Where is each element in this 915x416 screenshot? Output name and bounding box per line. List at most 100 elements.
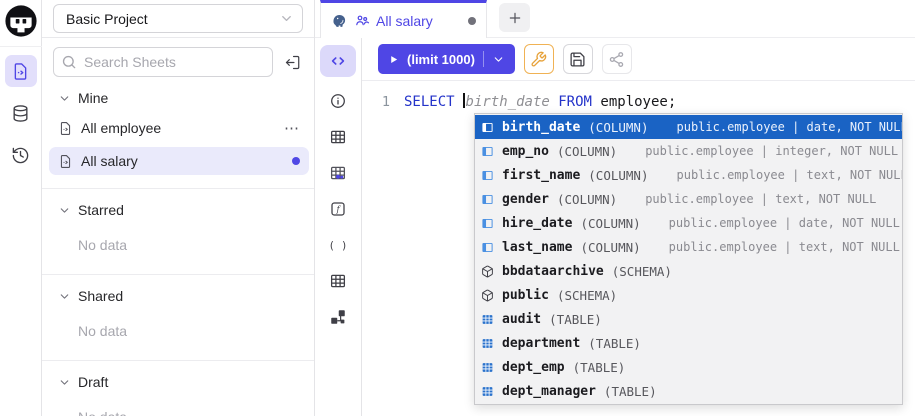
active-sheet-dot [292, 157, 300, 165]
column-icon [481, 241, 494, 254]
autocomplete-item-dept_emp[interactable]: dept_emp (TABLE) [475, 355, 902, 379]
completion-detail: public.employee | text, NOT NULL [669, 240, 900, 254]
tab-label: All salary [376, 13, 462, 29]
play-icon [388, 54, 399, 65]
schema-icon [481, 265, 494, 278]
autocomplete-item-public[interactable]: public (SCHEMA) [475, 283, 902, 307]
share-sheet-button[interactable] [602, 44, 632, 74]
run-query-button[interactable]: (limit 1000) [378, 44, 515, 74]
section-label: Mine [78, 90, 108, 106]
section-empty-text: No data [78, 409, 314, 416]
table-icon [329, 272, 347, 290]
editor-rail-functions[interactable] [320, 191, 356, 227]
rail-item-worksheets[interactable] [5, 55, 37, 87]
import-sheet-button[interactable] [281, 51, 303, 73]
editor-rail-table-accent[interactable] [320, 155, 356, 191]
code-line-1: 1 SELECT birth_date FROM employee; [362, 81, 915, 111]
completion-kind: (COLUMN) [557, 192, 617, 207]
section-empty-text: No data [78, 237, 314, 253]
app-rail-items [0, 47, 41, 171]
completion-kind: (COLUMN) [580, 216, 640, 231]
autocomplete-popup: birth_date (COLUMN) public.employee | da… [474, 113, 903, 405]
completion-detail: public.employee | text, NOT NULL [645, 192, 876, 206]
diagram-icon [329, 308, 347, 326]
unsaved-indicator-dot [468, 17, 476, 25]
autocomplete-item-first_name[interactable]: first_name (COLUMN) public.employee | te… [475, 163, 902, 187]
postgresql-icon [331, 12, 348, 29]
chevron-down-icon[interactable] [492, 53, 505, 66]
tab-all-salary[interactable]: All salary [320, 0, 487, 38]
sheet-item-all-employee[interactable]: All employee⋯ [49, 114, 309, 142]
run-limit-label: (limit 1000) [407, 52, 475, 67]
share-icon [608, 51, 625, 68]
autocomplete-item-gender[interactable]: gender (COLUMN) public.employee | text, … [475, 187, 902, 211]
chevron-down-icon [58, 92, 71, 105]
column-icon [481, 145, 494, 158]
table-icon [329, 128, 347, 146]
wrench-icon [530, 51, 547, 68]
section-header-shared[interactable]: Shared [42, 284, 314, 308]
app-rail [0, 0, 42, 416]
autocomplete-item-hire_date[interactable]: hire_date (COLUMN) public.employee | dat… [475, 211, 902, 235]
column-icon [481, 169, 494, 182]
editor-rail-external-tables[interactable] [320, 263, 356, 299]
item-menu-icon[interactable]: ⋯ [284, 121, 300, 136]
table-icon [481, 313, 494, 326]
table-icon [481, 337, 494, 350]
project-select[interactable]: Basic Project [53, 4, 303, 33]
autocomplete-item-dept_manager[interactable]: dept_manager (TABLE) [475, 379, 902, 403]
chevron-down-icon [279, 11, 294, 26]
section-label: Draft [78, 374, 108, 390]
sheet-icon [58, 121, 73, 136]
autocomplete-item-last_name[interactable]: last_name (COLUMN) public.employee | tex… [475, 235, 902, 259]
editor-rail-info[interactable] [320, 83, 356, 119]
completion-kind: (SCHEMA) [557, 288, 617, 303]
completion-label: hire_date [502, 216, 572, 231]
completion-kind: (TABLE) [573, 360, 626, 375]
editor-rail-procedures[interactable] [320, 227, 356, 263]
section-mine: Mine All employee⋯ All salary [42, 86, 314, 182]
section-header-mine[interactable]: Mine [42, 86, 314, 110]
new-tab-button[interactable] [499, 3, 530, 32]
rail-item-databases[interactable] [5, 97, 37, 129]
plus-icon [507, 10, 523, 26]
completion-label: first_name [502, 168, 580, 183]
completion-label: emp_no [502, 144, 549, 159]
completion-label: audit [502, 312, 541, 327]
editor-rail-worksheet-code[interactable] [320, 45, 356, 77]
save-sheet-button[interactable] [563, 44, 593, 74]
autocomplete-item-department[interactable]: department (TABLE) [475, 331, 902, 355]
format-sql-button[interactable] [524, 44, 554, 74]
table-icon [481, 361, 494, 374]
function-icon [329, 200, 347, 218]
section-header-draft[interactable]: Draft [42, 370, 314, 394]
line-number: 1 [362, 93, 404, 111]
completion-label: dept_manager [502, 384, 596, 399]
sql-table-ref: employee; [600, 94, 676, 110]
rail-item-history[interactable] [5, 139, 37, 171]
app-logo[interactable] [0, 0, 42, 47]
editor-toolbar: (limit 1000) [362, 38, 915, 81]
chevron-down-icon [58, 376, 71, 389]
completion-label: birth_date [502, 120, 580, 135]
autocomplete-item-emp_no[interactable]: emp_no (COLUMN) public.employee | intege… [475, 139, 902, 163]
sheet-item-label: All salary [81, 153, 292, 169]
search-sheets-input[interactable] [53, 47, 273, 77]
editor-rail-tables[interactable] [320, 119, 356, 155]
autocomplete-item-audit[interactable]: audit (TABLE) [475, 307, 902, 331]
code-icon [329, 52, 347, 70]
section-label: Starred [78, 202, 124, 218]
batch-users-icon [354, 13, 370, 29]
editor-rail-schema-diagram[interactable] [320, 299, 356, 335]
autocomplete-item-bbdataarchive[interactable]: bbdataarchive (SCHEMA) [475, 259, 902, 283]
import-icon [284, 54, 301, 71]
autocomplete-item-birth_date[interactable]: birth_date (COLUMN) public.employee | da… [475, 115, 902, 139]
code-editor[interactable]: 1 SELECT birth_date FROM employee; birth… [362, 81, 915, 416]
table-icon [481, 385, 494, 398]
project-select-value: Basic Project [66, 11, 279, 27]
completion-kind: (TABLE) [588, 336, 641, 351]
ghost-suggestion-text: birth_date [466, 94, 550, 110]
sheet-item-all-salary[interactable]: All salary [49, 147, 309, 175]
completion-detail: public.employee | date, NOT NULL [677, 120, 903, 134]
section-header-starred[interactable]: Starred [42, 198, 314, 222]
